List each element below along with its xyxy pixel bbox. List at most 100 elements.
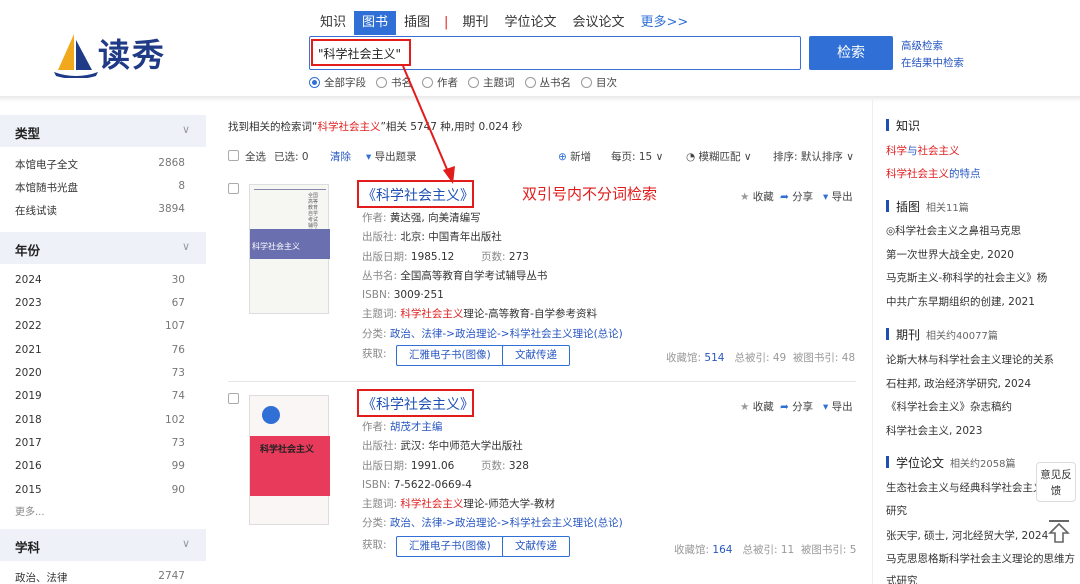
- isbn-value: 7-5622-0669-4: [393, 478, 472, 491]
- classification-link[interactable]: 政治、法律->政治理论->科学社会主义理论(总论): [390, 517, 623, 529]
- series-value: 全国高等教育自学考试辅导丛书: [400, 269, 548, 282]
- header-divider: [0, 96, 1080, 102]
- tab-figures[interactable]: 插图: [396, 11, 438, 35]
- result-stats: 收藏馆: 164 总被引: 11 被图书引: 5: [674, 544, 857, 556]
- result-checkbox[interactable]: [228, 393, 239, 407]
- facet-type-header[interactable]: 类型 ∨: [0, 115, 206, 147]
- holdings-link[interactable]: 164: [712, 544, 732, 556]
- facet-subject-header[interactable]: 学科 ∨: [0, 529, 206, 561]
- advanced-search-link[interactable]: 高级检索: [901, 38, 943, 53]
- select-all-label[interactable]: 全选: [245, 149, 266, 164]
- related-link[interactable]: 科学社会主义的特点: [886, 166, 981, 181]
- facet-item[interactable]: 2021 76: [15, 344, 185, 356]
- facet-item[interactable]: 2017 73: [15, 437, 185, 449]
- related-source: 科学社会主义, 2023: [886, 425, 983, 437]
- fuzzy-match-select[interactable]: ◔ 模糊匹配 ∨: [686, 149, 752, 164]
- gauge-icon: ◔: [686, 151, 699, 163]
- back-to-top-icon[interactable]: [1046, 518, 1072, 544]
- book-cover[interactable]: 科学社会主义: [249, 395, 330, 525]
- result-checkbox[interactable]: [228, 183, 239, 197]
- ebook-button[interactable]: 汇雅电子书(图像): [396, 345, 504, 366]
- chevron-down-icon: ∨: [181, 537, 190, 550]
- facet-item[interactable]: 2020 73: [15, 367, 185, 379]
- radio-dot-icon: [581, 77, 592, 88]
- related-link[interactable]: 科学与社会主义: [886, 143, 960, 158]
- facet-item[interactable]: 在线试读 3894: [15, 203, 185, 218]
- author-link[interactable]: 胡茂才主编: [390, 421, 443, 433]
- share-button[interactable]: ➦ 分享: [780, 189, 813, 204]
- per-page-select[interactable]: 每页: 15 ∨: [611, 149, 663, 164]
- radio-all-fields[interactable]: 全部字段: [309, 75, 366, 90]
- related-link[interactable]: 马克思恩格斯科学社会主义理论的思维方: [886, 551, 1075, 566]
- book-cover[interactable]: 全国高等教育自学考试辅导丛书 科学社会主义: [249, 184, 330, 314]
- result-title-link[interactable]: 《科学社会主义》: [362, 394, 474, 414]
- date-value: 1991.06: [410, 459, 455, 472]
- facet-item[interactable]: 2016 99: [15, 460, 185, 472]
- related-link[interactable]: 生态社会主义与经典科学社会主义: [886, 480, 1044, 495]
- facet-item[interactable]: 2023 67: [15, 297, 185, 309]
- share-button[interactable]: ➦ 分享: [780, 399, 813, 414]
- sailboat-icon: [54, 34, 98, 79]
- facet-item[interactable]: 2018 102: [15, 414, 185, 426]
- date-value: 1985.12: [410, 250, 455, 263]
- annotation-arrow: [402, 65, 455, 184]
- chevron-down-icon: ∨: [181, 123, 190, 136]
- favorite-button[interactable]: ★ 收藏: [740, 189, 774, 204]
- facet-item[interactable]: 2024 30: [15, 274, 185, 286]
- facet-item[interactable]: 2015 90: [15, 484, 185, 496]
- star-icon: ★: [740, 401, 750, 413]
- feedback-button[interactable]: 意见反馈: [1036, 462, 1076, 502]
- radio-subject[interactable]: 主题词: [468, 75, 515, 90]
- radio-toc[interactable]: 目次: [581, 75, 617, 90]
- share-icon: ➦: [780, 401, 789, 413]
- document-delivery-button[interactable]: 文献传递: [502, 345, 570, 366]
- facet-item[interactable]: 2022 107: [15, 320, 185, 332]
- facet-item[interactable]: 本馆随书光盘 8: [15, 180, 185, 195]
- related-journals-header: 期刊 相关约40077篇: [886, 326, 998, 343]
- radio-dot-icon: [524, 77, 536, 88]
- search-button[interactable]: 检索: [809, 36, 893, 70]
- related-link[interactable]: 研究: [886, 503, 907, 518]
- ebook-button[interactable]: 汇雅电子书(图像): [396, 536, 504, 557]
- related-link[interactable]: 马克斯主义-称科学的社会主义》杨: [886, 270, 1047, 285]
- new-button[interactable]: ⊕ 新增: [558, 149, 591, 164]
- tab-journals[interactable]: 期刊: [454, 11, 496, 35]
- facet-item[interactable]: 政治、法律 2747: [15, 570, 185, 584]
- download-icon: ▾: [823, 191, 829, 203]
- related-theses-header: 学位论文 相关约2058篇: [886, 454, 1015, 471]
- favorite-button[interactable]: ★ 收藏: [740, 399, 774, 414]
- result-title-link[interactable]: 《科学社会主义》: [362, 185, 474, 205]
- search-within-link[interactable]: 在结果中检索: [901, 55, 964, 70]
- related-figures-header: 插图 相关11篇: [886, 198, 969, 215]
- nav-separator: |: [444, 15, 449, 30]
- facet-item[interactable]: 2019 74: [15, 390, 185, 402]
- tab-knowledge[interactable]: 知识: [312, 11, 354, 35]
- new-icon: ⊕: [558, 151, 571, 163]
- facet-year-header[interactable]: 年份 ∨: [0, 232, 206, 264]
- tab-more[interactable]: 更多>>: [632, 11, 696, 35]
- related-link[interactable]: ◎科学社会主义之鼻祖马克思: [886, 223, 1021, 238]
- related-link[interactable]: 论斯大林与科学社会主义理论的关系: [886, 352, 1054, 367]
- document-delivery-button[interactable]: 文献传递: [502, 536, 570, 557]
- tab-theses[interactable]: 学位论文: [496, 11, 564, 35]
- clear-button[interactable]: 清除: [330, 149, 351, 164]
- radio-series[interactable]: 丛书名: [524, 75, 571, 90]
- related-link[interactable]: 《科学社会主义》杂志稿约: [886, 399, 1012, 414]
- facet-item[interactable]: 本馆电子全文 2868: [15, 157, 185, 172]
- facet-more-link[interactable]: 更多...: [15, 503, 45, 518]
- selected-count: 已选: 0: [274, 151, 309, 163]
- chevron-down-icon: ∨: [181, 240, 190, 253]
- author-value: 黄达强, 向美清编写: [389, 212, 481, 224]
- select-all-checkbox[interactable]: [228, 150, 239, 164]
- export-button[interactable]: ▾ 导出: [823, 399, 853, 414]
- related-link[interactable]: 式研究: [886, 573, 918, 584]
- tab-books[interactable]: 图书: [354, 11, 397, 35]
- holdings-link[interactable]: 514: [704, 352, 724, 364]
- cover-title: 科学社会主义: [252, 242, 300, 251]
- classification-link[interactable]: 政治、法律->政治理论->科学社会主义理论(总论): [390, 328, 623, 340]
- tab-conference[interactable]: 会议论文: [564, 11, 632, 35]
- publisher-value: 武汉: 华中师范大学出版社: [400, 440, 523, 453]
- get-label: 获取:: [362, 539, 387, 551]
- export-button[interactable]: ▾ 导出: [823, 189, 853, 204]
- sort-select[interactable]: 排序: 默认排序 ∨: [773, 149, 854, 164]
